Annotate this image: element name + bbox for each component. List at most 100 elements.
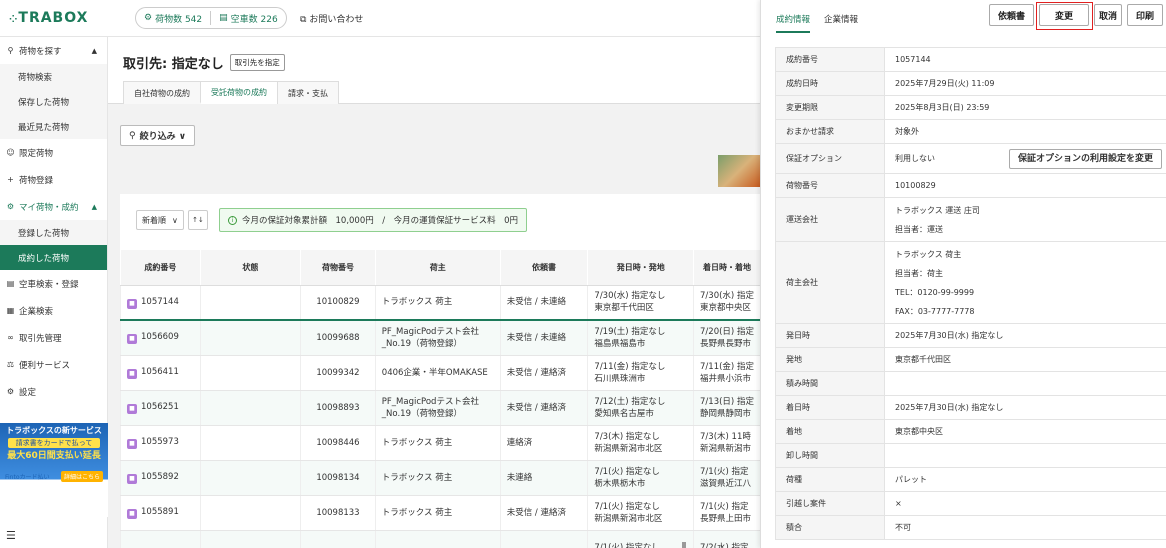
sidebar-item-company-search[interactable]: ▦ 企業検索: [0, 297, 107, 324]
chat-icon: ⧉: [300, 15, 307, 25]
table-cell: 7/3(木) 指定なし 新潟県新潟市北区: [587, 425, 694, 461]
detail-key: 荷種: [775, 467, 885, 492]
table-cell: ■ 1055891: [120, 495, 201, 531]
arrival-place: 福井県小浜市: [700, 373, 752, 384]
contract-type-icon: ■: [127, 474, 137, 484]
table-cell: 7/19(土) 指定なし 福島県福島市: [587, 320, 694, 356]
sidebar-item-register-cargo[interactable]: + 荷物登録: [0, 166, 107, 193]
detail-value-line: FAX：03-7777-7778: [895, 306, 975, 316]
contract-no: 1055891: [141, 507, 179, 517]
table-cell: [374, 530, 501, 548]
sidebar-item-recent-cargo[interactable]: 最近見た荷物: [0, 114, 107, 139]
col-arrival[interactable]: 着日時・着地: [693, 250, 760, 286]
table-cell: 7/2(水) 指定: [693, 530, 760, 548]
button-label: 取消: [1099, 11, 1118, 22]
detail-value-line: 対象外: [895, 127, 919, 136]
col-status[interactable]: 状態: [199, 250, 301, 286]
sidebar-item-limited-cargo[interactable]: ☺ 限定荷物: [0, 139, 107, 166]
tab-own-cargo[interactable]: 自社荷物の成約: [123, 81, 201, 104]
detail-value-line: パレット: [895, 475, 927, 484]
col-request[interactable]: 依頼書: [499, 250, 588, 286]
col-cargo-no[interactable]: 荷物番号: [300, 250, 376, 286]
table-row[interactable]: ■ 1056609 10099688 PF_MagicPodテスト会社 _No.19（荷…: [120, 320, 760, 356]
table-cell: 7/1(火) 指定なし 新潟県新潟市北区: [587, 495, 694, 531]
sidebar-item-search-cargo[interactable]: ⚲ 荷物を探す ▲: [0, 37, 107, 64]
sidebar-item-vehicle-search[interactable]: ▤ 空車検索・登録: [0, 270, 107, 297]
table-row[interactable]: ■ 1055892 10098134 トラボックス 荷主 未連絡 7/1(火) 指定なし栃…: [120, 460, 760, 496]
detail-row: 荷種 パレット: [775, 467, 1166, 492]
col-contract-no[interactable]: 成約番号: [120, 250, 201, 286]
sidebar-item-label: 成約した荷物: [18, 253, 70, 264]
col-departure[interactable]: 発日時・発地: [587, 250, 694, 286]
table-cell: トラボックス 荷主: [374, 425, 501, 461]
detail-value: 2025年7月29日(火) 11:09: [884, 71, 1166, 96]
scrollbar[interactable]: [682, 542, 686, 548]
table-cell: 0406企業・半年OMAKASE: [374, 355, 501, 391]
sidebar-item-partners[interactable]: ∞ 取引先管理: [0, 324, 107, 351]
detail-value: [884, 371, 1166, 396]
table-row[interactable]: ■ 1056251 10098893 PF_MagicPodテスト会社 _No.19（荷…: [120, 390, 760, 426]
sidebar-item-registered-cargo[interactable]: 登録した荷物: [0, 220, 107, 245]
menu-collapse-icon[interactable]: ☰: [6, 529, 16, 542]
banner-line1: トラボックスの新サービス: [6, 426, 102, 435]
table-cell: 未受信 / 未連絡: [499, 320, 588, 356]
select-partner-button[interactable]: 取引先を指定: [229, 54, 285, 71]
detail-key: 成約日時: [775, 71, 885, 96]
table-header-row: 成約番号 状態 荷物番号 荷主 依頼書 発日時・発地 着日時・着地: [120, 250, 760, 286]
tab-company-info[interactable]: 企業情報: [824, 13, 858, 33]
table-row[interactable]: ■ 1057144 10100829 トラボックス 荷主 未受信 / 未連絡 7/30(水…: [120, 285, 760, 321]
departure-date: 7/1(火) 指定なし: [594, 466, 660, 477]
sidebar-item-saved-cargo[interactable]: 保存した荷物: [0, 89, 107, 114]
trabox-logo[interactable]: ⁘TRABOX: [9, 10, 88, 26]
table-row[interactable]: ■ 1055891 10098133 トラボックス 荷主 未受信 / 連絡済 7/1(火)…: [120, 495, 760, 531]
detail-key: 積合: [775, 515, 885, 540]
contact-link[interactable]: ⧉ お問い合わせ: [300, 12, 363, 25]
guarantee-settings-button[interactable]: 保証オプションの利用設定を変更: [1008, 148, 1162, 169]
cargo-no: 10099688: [316, 332, 360, 343]
request-status: 未受信 / 連絡済: [506, 507, 566, 518]
detail-key: 発地: [775, 347, 885, 372]
logo-mark-icon: ⁘: [9, 14, 19, 25]
sidebar-item-my-cargo[interactable]: ⚙ マイ荷物・成約 ▲: [0, 193, 107, 220]
table-row[interactable]: 7/1(火) 指定なし 7/2(水) 指定: [120, 530, 760, 548]
sidebar-item-settings[interactable]: ⚙ 設定: [0, 378, 107, 405]
tab-billing[interactable]: 請求・支払: [277, 81, 339, 104]
table-row[interactable]: ■ 1056411 10099342 0406企業・半年OMAKASE 未受信 / 連絡…: [120, 355, 760, 391]
tab-contract-info[interactable]: 成約情報: [776, 13, 811, 33]
detail-value: 対象外: [884, 119, 1166, 144]
cargo-no: 10098893: [316, 402, 360, 413]
table-cell: [199, 355, 301, 391]
tab-label: 自社荷物の成約: [134, 88, 190, 98]
banner-cta-button[interactable]: 詳細はこちら: [60, 471, 103, 482]
tab-entrusted-cargo[interactable]: 受託荷物の成約: [200, 81, 278, 104]
detail-row: 発日時 2025年7月30日(水) 指定なし: [775, 323, 1166, 348]
cancel-contract-button[interactable]: 取消: [1094, 4, 1123, 26]
vehicle-count[interactable]: ▤ 空車数 226: [219, 12, 278, 25]
filter-button[interactable]: ⚲ 絞り込み ∨: [120, 125, 196, 146]
print-button[interactable]: 印刷: [1127, 4, 1164, 26]
cargo-count[interactable]: ⚙ 荷物数 542: [144, 12, 202, 25]
ad-thumbnail-image[interactable]: [718, 155, 760, 187]
sort-select[interactable]: 新着順 ∨: [136, 210, 184, 230]
sidebar-item-services[interactable]: ⚖ 便利サービス: [0, 351, 107, 378]
table-cell: PF_MagicPodテスト会社 _No.19（荷物登録）: [374, 390, 501, 426]
detail-value-line: 2025年7月29日(火) 11:09: [895, 79, 995, 88]
plus-icon: +: [7, 175, 14, 184]
sort-direction-icon[interactable]: ↑↓: [188, 210, 208, 230]
table-cell: [199, 530, 301, 548]
request-status: 連絡済: [506, 437, 533, 448]
handshake-icon: ∞: [7, 333, 14, 342]
detail-key: おまかせ請求: [775, 119, 885, 144]
sidebar-item-contracted-cargo[interactable]: 成約した荷物: [0, 245, 107, 270]
col-shipper[interactable]: 荷主: [374, 250, 501, 286]
promo-banner[interactable]: トラボックスの新サービス 請求書をカードで払って 最大60日間支払い延長 Fin…: [0, 423, 108, 517]
table-cell: 未受信 / 連絡済: [499, 355, 588, 391]
detail-value: ×: [884, 491, 1166, 516]
request-form-button[interactable]: 依頼書: [989, 4, 1035, 26]
detail-row: 保証オプション 保証オプションの利用設定を変更 利用しない: [775, 143, 1166, 174]
table-cell: 7/20(日) 指定 長野県長野市: [693, 320, 760, 356]
shipper: PF_MagicPodテスト会社: [381, 396, 479, 407]
detail-value-line: TEL：0120-99-9999: [895, 287, 975, 297]
table-row[interactable]: ■ 1055973 10098446 トラボックス 荷主 連絡済 7/3(木) 指定なし新…: [120, 425, 760, 461]
sidebar-item-cargo-search[interactable]: 荷物検索: [0, 64, 107, 89]
